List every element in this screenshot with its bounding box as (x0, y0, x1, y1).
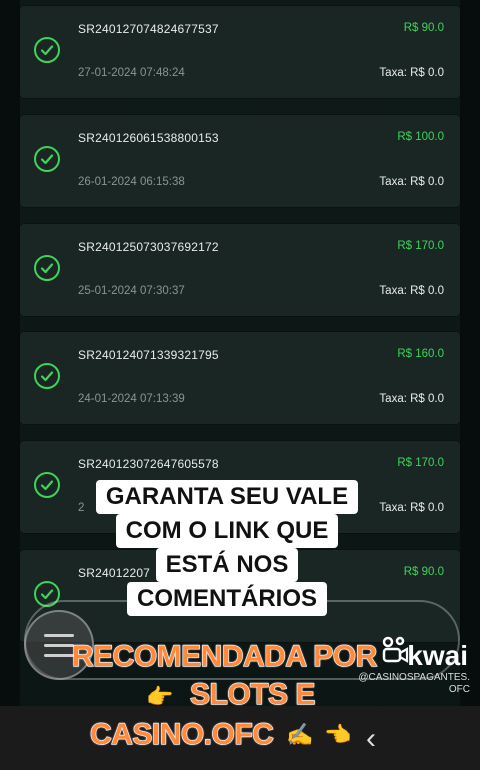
transaction-fee: Taxa: R$ 0.0 (379, 67, 444, 79)
transaction-date: 24-01-2024 07:13:39 (78, 393, 185, 405)
kwai-handle: @CASINOSPAGANTES. OFC (352, 672, 470, 696)
caption-line: COMENTÁRIOS (127, 582, 327, 616)
video-caption: GARANTA SEU VALE COM O LINK QUE ESTÁ NOS… (82, 480, 372, 616)
check-circle-icon (34, 146, 60, 172)
transaction-fee: Taxa: R$ 0.0 (379, 502, 444, 514)
transaction-card[interactable]: SR240125073037692172 25-01-2024 07:30:37… (20, 224, 460, 316)
menu-line-icon (44, 644, 74, 647)
transaction-amount: R$ 170.0 (397, 240, 444, 252)
menu-line-icon (44, 654, 74, 657)
transaction-ref: SR240127074824677537 (78, 22, 219, 36)
transaction-card[interactable]: SR240126061538800153 26-01-2024 06:15:38… (20, 115, 460, 207)
promo-line: CASINO.OFC (89, 717, 274, 751)
transaction-amount: R$ 100.0 (397, 131, 444, 143)
transaction-date: 26-01-2024 06:15:38 (78, 176, 185, 188)
menu-line-icon (44, 634, 74, 637)
transaction-amount: R$ 90.0 (403, 22, 444, 34)
transaction-amount: R$ 170.0 (397, 457, 444, 469)
transaction-card[interactable]: SR240127074824677537 27-01-2024 07:48:24… (20, 6, 460, 98)
check-circle-icon (34, 255, 60, 281)
transaction-date: 27-01-2024 07:48:24 (78, 67, 185, 79)
check-circle-icon (34, 472, 60, 498)
transaction-ref: SR240126061538800153 (78, 131, 219, 145)
transaction-ref: SR240125073037692172 (78, 240, 219, 254)
promo-line: RECOMENDADA POR (71, 639, 377, 673)
check-circle-icon (34, 363, 60, 389)
handle-line: OFC (448, 684, 470, 695)
caption-line: COM O LINK QUE (115, 514, 339, 548)
transaction-amount: R$ 160.0 (397, 348, 444, 360)
transaction-fee: Taxa: R$ 0.0 (379, 176, 444, 188)
chevron-left-icon[interactable]: ‹ (366, 722, 376, 756)
transaction-amount: R$ 90.0 (403, 566, 444, 578)
pointing-hand-icon: 👉 (146, 684, 174, 709)
kwai-brand: kwai (407, 640, 468, 671)
caption-line: GARANTA SEU VALE (95, 480, 359, 514)
writing-hand-icon: ✍️ (286, 722, 314, 747)
transaction-card[interactable]: SR240124071339321795 24-01-2024 07:13:39… (20, 332, 460, 424)
pointing-hand-icon: 👈 (324, 722, 352, 747)
transaction-ref: SR240124071339321795 (78, 348, 219, 362)
caption-line: ESTÁ NOS (155, 548, 299, 582)
promo-line: SLOTS E (189, 677, 316, 711)
transaction-ref: SR240123072647605578 (78, 457, 219, 471)
app-screen: SR240127074824677537 27-01-2024 07:48:24… (0, 0, 480, 770)
transaction-fee: Taxa: R$ 0.0 (379, 393, 444, 405)
left-edge (0, 0, 20, 770)
check-circle-icon (34, 37, 60, 63)
transaction-date: 25-01-2024 07:30:37 (78, 285, 185, 297)
transaction-fee: Taxa: R$ 0.0 (379, 285, 444, 297)
